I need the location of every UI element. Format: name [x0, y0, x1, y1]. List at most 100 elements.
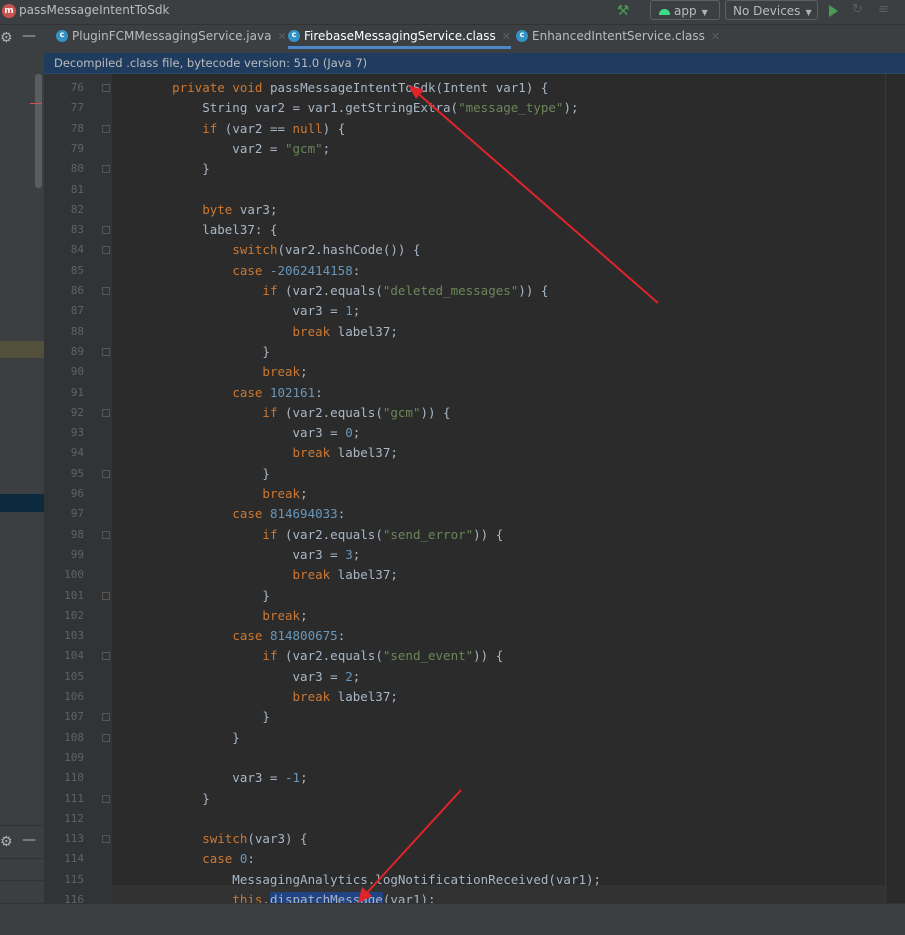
- code-line[interactable]: var3 = 0;: [142, 423, 361, 443]
- code-line[interactable]: String var2 = var1.getStringExtra("messa…: [142, 98, 578, 118]
- code-line[interactable]: }: [142, 707, 270, 727]
- device-selector-dropdown[interactable]: No Devices ▼: [725, 0, 818, 20]
- line-number: 113: [64, 832, 84, 846]
- breakpoint-marker: [30, 103, 42, 104]
- line-number: 81: [70, 182, 84, 196]
- code-line[interactable]: if (var2.equals("deleted_messages")) {: [142, 281, 548, 301]
- run-config-dropdown[interactable]: app ▼: [650, 0, 720, 20]
- fold-marker-icon[interactable]: [102, 287, 110, 295]
- code-line[interactable]: switch(var3) {: [142, 829, 307, 849]
- line-number: 80: [70, 162, 84, 176]
- code-line[interactable]: var3 = 2;: [142, 667, 361, 687]
- close-icon[interactable]: ✕: [277, 30, 286, 43]
- code-line[interactable]: break;: [142, 484, 307, 504]
- code-line[interactable]: if (var2.equals("gcm")) {: [142, 403, 450, 423]
- code-line[interactable]: byte var3;: [142, 200, 277, 220]
- code-line[interactable]: break label37;: [142, 687, 398, 707]
- fold-marker-icon[interactable]: [102, 794, 110, 803]
- fold-marker-icon[interactable]: [102, 591, 110, 600]
- gear-icon[interactable]: ⚙: [0, 30, 13, 46]
- code-line[interactable]: label37: {: [142, 220, 277, 240]
- fold-marker-icon[interactable]: [102, 530, 110, 539]
- fold-marker-icon[interactable]: [102, 469, 110, 478]
- method-icon: m: [2, 4, 16, 18]
- code-editor[interactable]: private void passMessageIntentToSdk(Inte…: [112, 74, 885, 907]
- code-line[interactable]: var3 = 1;: [142, 301, 361, 321]
- fold-marker-icon[interactable]: [102, 652, 110, 661]
- code-line[interactable]: var2 = "gcm";: [142, 139, 330, 159]
- window-title: passMessageIntentToSdk: [19, 3, 170, 17]
- code-line[interactable]: }: [142, 342, 270, 362]
- fold-marker-icon[interactable]: [102, 165, 110, 174]
- code-line[interactable]: }: [142, 159, 210, 179]
- code-line[interactable]: MessagingAnalytics.logNotificationReceiv…: [142, 870, 601, 890]
- fold-marker-icon[interactable]: [102, 408, 110, 417]
- line-number: 104: [64, 649, 84, 663]
- build-hammer-icon[interactable]: ⚒: [614, 2, 632, 20]
- fold-marker-icon[interactable]: [102, 226, 110, 235]
- code-line[interactable]: break;: [142, 362, 307, 382]
- line-number: 97: [70, 507, 84, 521]
- code-line[interactable]: }: [142, 586, 270, 606]
- fold-marker-icon[interactable]: [102, 246, 110, 255]
- code-line[interactable]: case 102161:: [142, 383, 322, 403]
- line-number: 79: [70, 141, 84, 155]
- tab-plugin-fcm-messaging-service[interactable]: c PluginFCMMessagingService.java ✕: [56, 25, 287, 47]
- minimize-icon[interactable]: —: [22, 28, 36, 44]
- line-number: 108: [64, 730, 84, 744]
- fold-marker-icon[interactable]: [102, 124, 110, 133]
- line-number: 77: [70, 101, 84, 115]
- minimize-icon[interactable]: —: [22, 832, 36, 848]
- code-line[interactable]: var3 = 3;: [142, 545, 361, 565]
- code-line[interactable]: }: [142, 728, 240, 748]
- code-line[interactable]: var3 = -1;: [142, 768, 307, 788]
- line-number: 112: [64, 811, 84, 825]
- line-number: 83: [70, 223, 84, 237]
- code-line[interactable]: }: [142, 789, 210, 809]
- line-number: 103: [64, 629, 84, 643]
- line-number: 102: [64, 608, 84, 622]
- code-line[interactable]: case -2062414158:: [142, 261, 360, 281]
- panel-scrollbar[interactable]: [35, 74, 42, 188]
- fold-marker-icon[interactable]: [102, 733, 110, 742]
- code-line[interactable]: if (var2 == null) {: [142, 119, 345, 139]
- code-line[interactable]: private void passMessageIntentToSdk(Inte…: [142, 78, 548, 98]
- fold-marker-icon[interactable]: [102, 713, 110, 722]
- tab-label: FirebaseMessagingService.class: [304, 29, 496, 43]
- tab-label: EnhancedIntentService.class: [532, 29, 705, 43]
- fold-marker-icon[interactable]: [102, 84, 110, 92]
- class-icon: c: [56, 29, 68, 42]
- panel-row-divider: [0, 858, 44, 859]
- line-number: 99: [70, 547, 84, 561]
- tab-firebase-messaging-service[interactable]: c FirebaseMessagingService.class ✕: [288, 25, 511, 49]
- line-number: 91: [70, 385, 84, 399]
- chevron-down-icon: ▼: [805, 8, 812, 17]
- code-line[interactable]: break label37;: [142, 322, 398, 342]
- line-number: 115: [64, 872, 84, 886]
- line-number: 111: [64, 791, 84, 805]
- fold-marker-icon[interactable]: [102, 347, 110, 356]
- tab-enhanced-intent-service[interactable]: c EnhancedIntentService.class ✕: [516, 25, 720, 47]
- code-line[interactable]: break label37;: [142, 565, 398, 585]
- bottom-tool-bar: [0, 903, 905, 935]
- editor-right-margin: [885, 74, 905, 904]
- gear-icon[interactable]: ⚙: [0, 834, 13, 850]
- code-line[interactable]: break;: [142, 606, 307, 626]
- code-line[interactable]: case 814800675:: [142, 626, 345, 646]
- code-line[interactable]: case 0:: [142, 849, 255, 869]
- line-number: 110: [64, 771, 84, 785]
- menu-icon[interactable]: ≡: [878, 2, 889, 17]
- run-play-icon[interactable]: [829, 5, 838, 17]
- code-line[interactable]: case 814694033:: [142, 504, 345, 524]
- fold-marker-icon[interactable]: [102, 835, 110, 844]
- line-number-gutter: 76 77 78 79 80 81 82 83 84 85 86 87 88 89 90 91 92 93 94 95…: [44, 74, 112, 906]
- code-line[interactable]: }: [142, 464, 270, 484]
- panel-selected-row: [0, 494, 44, 512]
- code-line[interactable]: if (var2.equals("send_event")) {: [142, 646, 503, 666]
- close-icon[interactable]: ✕: [502, 30, 511, 43]
- code-line[interactable]: break label37;: [142, 443, 398, 463]
- code-line[interactable]: switch(var2.hashCode()) {: [142, 240, 420, 260]
- code-line[interactable]: if (var2.equals("send_error")) {: [142, 525, 503, 545]
- apply-changes-icon[interactable]: ↻: [852, 2, 863, 17]
- close-icon[interactable]: ✕: [711, 30, 720, 43]
